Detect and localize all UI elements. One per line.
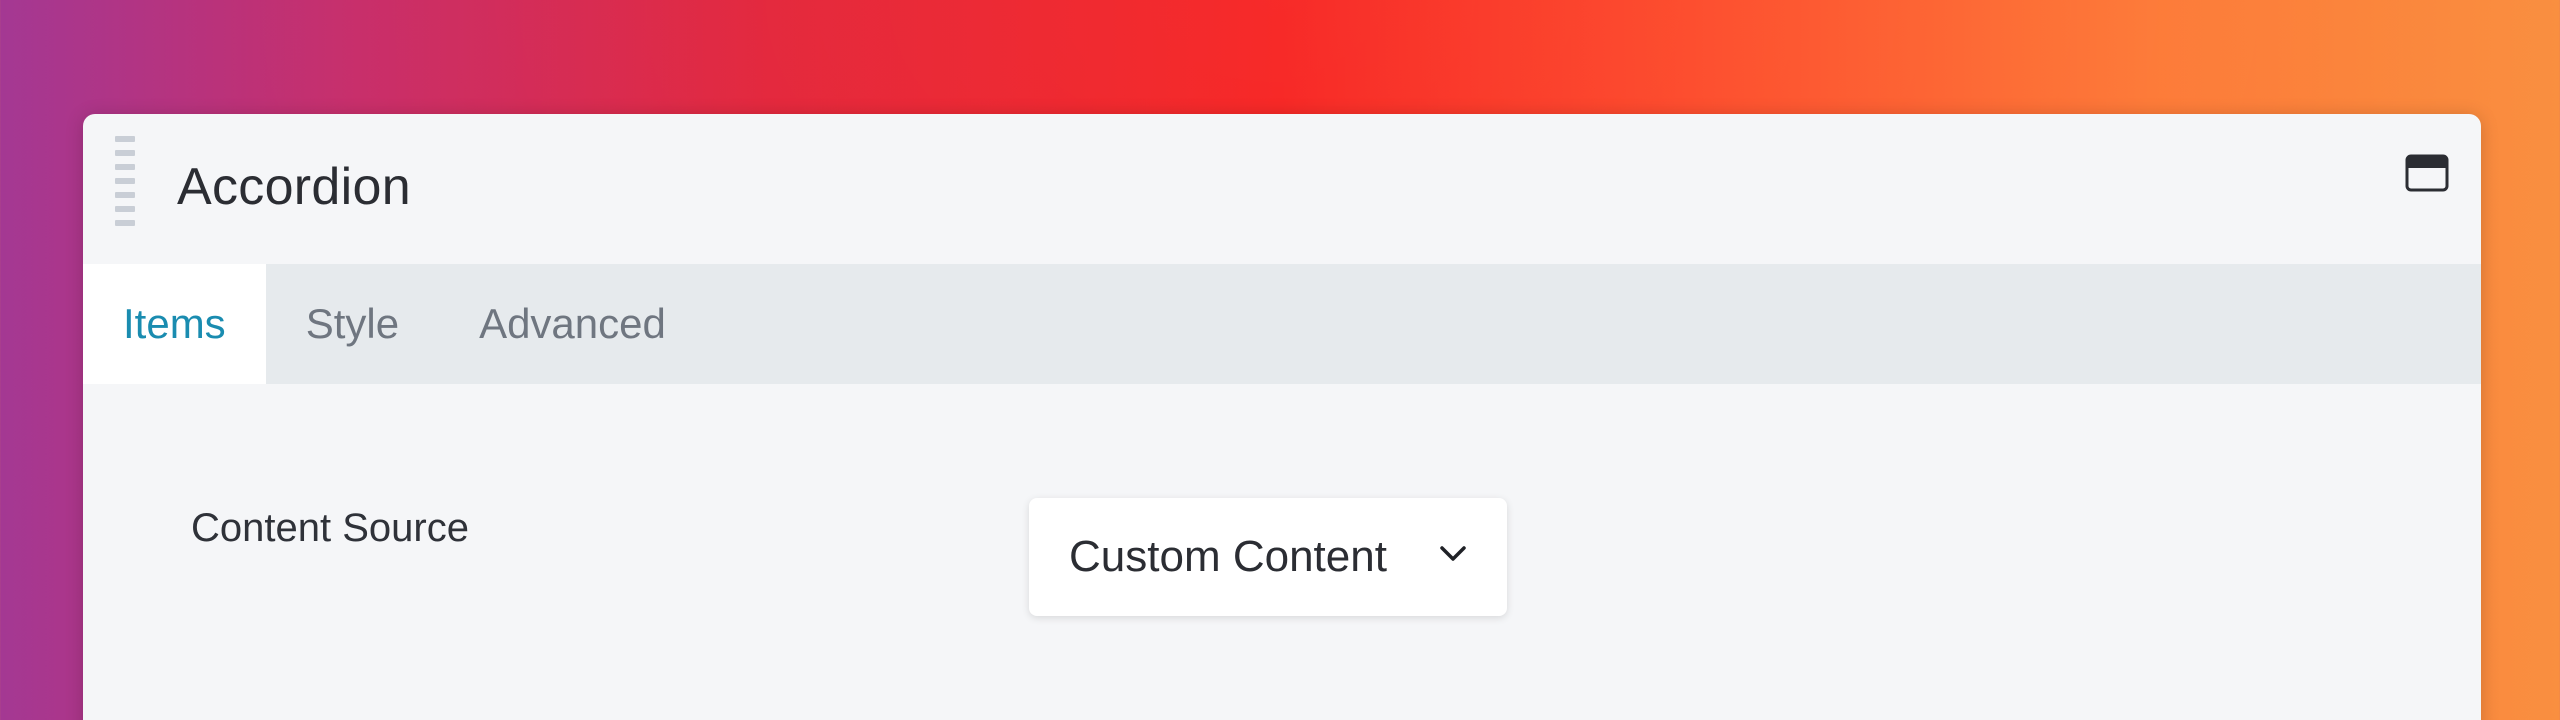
window-toggle-button[interactable]	[2405, 154, 2449, 194]
content-source-label: Content Source	[191, 506, 469, 550]
tab-advanced[interactable]: Advanced	[439, 264, 706, 384]
tab-style[interactable]: Style	[266, 264, 439, 384]
tab-bar: Items Style Advanced	[83, 264, 2481, 384]
content-source-value: Custom Content	[1069, 532, 1387, 581]
panel-header: Accordion	[83, 114, 2481, 264]
content-source-select[interactable]: Custom Content	[1029, 498, 1507, 616]
chevron-down-icon	[1440, 546, 1466, 561]
panel-title: Accordion	[177, 158, 411, 216]
tab-items[interactable]: Items	[83, 264, 266, 384]
window-icon	[2405, 154, 2449, 192]
accordion-settings-panel: Accordion Items Style Advanced Content S…	[83, 114, 2481, 720]
drag-handle-icon[interactable]	[115, 136, 135, 240]
